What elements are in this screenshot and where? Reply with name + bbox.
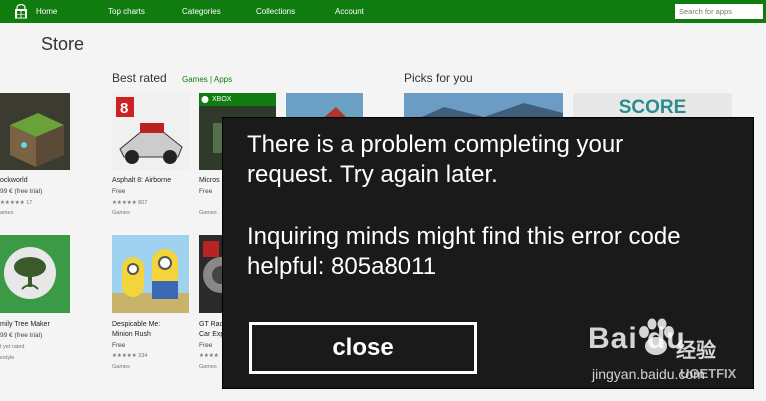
app-category: ames [0, 210, 14, 216]
best-rated-filter-links[interactable]: Games | Apps [182, 75, 232, 84]
app-rating: ★★★★★ 17 [0, 200, 33, 206]
rating-stars-icon: ★★★★★ [0, 200, 27, 206]
best-rated-heading: Best rated [112, 71, 167, 85]
watermark-brand: Bai du [588, 322, 686, 355]
nav-home[interactable]: Home [36, 7, 57, 16]
top-nav-bar: Home Top charts Categories Collections A… [0, 0, 766, 23]
app-price: Free [199, 188, 213, 195]
store-bag-icon[interactable] [14, 4, 28, 19]
tree-icon [0, 235, 70, 313]
app-price: Free [112, 342, 126, 349]
app-price: Free [199, 342, 213, 349]
score-logo: SCORE [618, 97, 687, 118]
close-button[interactable]: close [249, 322, 477, 374]
app-name: mily Tree Maker [0, 321, 50, 328]
app-category: Games [112, 364, 130, 370]
app-name: Micros [199, 177, 220, 184]
app-rating: ★★★★★ 334 [112, 353, 148, 359]
app-price: Free [112, 188, 126, 195]
app-price: 99 € (free trial) [0, 332, 43, 339]
app-tile-family-tree[interactable] [0, 235, 70, 313]
app-name-line2: Car Exp [199, 331, 225, 338]
app-category: Games [112, 210, 130, 216]
race-car-icon: 8 [112, 93, 189, 170]
page-title: Store [41, 34, 85, 54]
watermark-brand-cn: 经验 [676, 340, 716, 362]
app-name-line2: Minion Rush [112, 331, 151, 338]
error-message-line1: There is a problem completing your [247, 131, 624, 158]
error-code-line: helpful: 805a8011 [247, 253, 437, 280]
app-price: 99 € (free trial) [0, 188, 43, 195]
error-detail-line1: Inquiring minds might find this error co… [247, 223, 681, 250]
watermark-secondary: UGETFIX [680, 366, 737, 381]
app-tile-blockworld[interactable] [0, 93, 70, 170]
app-rating: ★★★★ [199, 353, 219, 359]
nav-account[interactable]: Account [335, 7, 364, 16]
app-rating: ★★★★★ 807 [112, 200, 148, 206]
app-category: Games [199, 364, 217, 370]
app-category: Games [199, 210, 217, 216]
error-message-line2: request. Try again later. [247, 161, 498, 188]
nav-top-charts[interactable]: Top charts [108, 7, 145, 16]
nav-categories[interactable]: Categories [182, 7, 221, 16]
app-category: estyle [0, 355, 15, 361]
svg-text:8: 8 [120, 100, 128, 117]
app-tile-asphalt8[interactable]: 8 [112, 93, 189, 170]
app-rating: t yet rated [0, 344, 25, 350]
app-name: GT Rac [199, 321, 223, 328]
blockworld-cube-icon [0, 93, 70, 170]
search-input[interactable]: Search for apps [675, 4, 763, 19]
minion-icon [112, 235, 189, 313]
app-name: ockworld [0, 177, 28, 184]
nav-collections[interactable]: Collections [256, 7, 295, 16]
app-tile-despicable-me[interactable] [112, 235, 189, 313]
app-name: Despicable Me: [112, 321, 161, 328]
picks-heading: Picks for you [404, 71, 473, 85]
app-name: Asphalt 8: Airborne [112, 177, 172, 184]
